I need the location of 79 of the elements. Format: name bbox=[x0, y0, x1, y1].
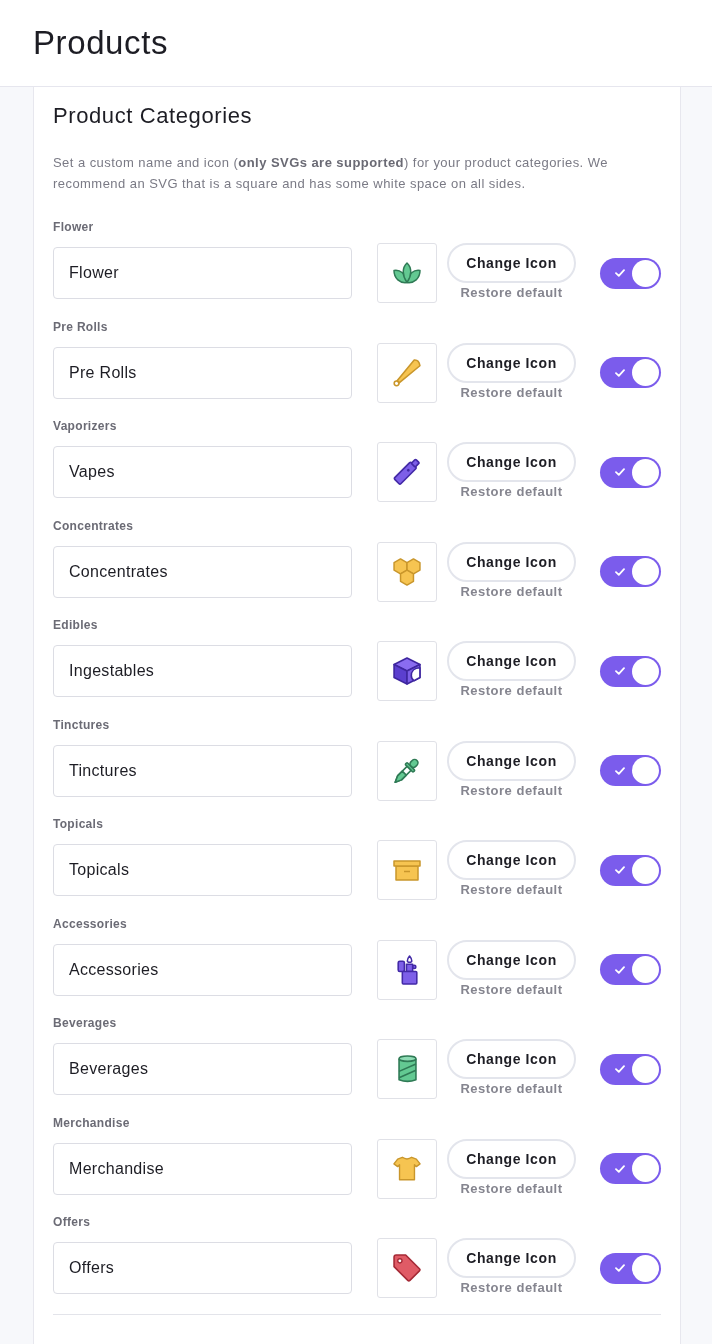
category-name-input[interactable]: Tinctures bbox=[53, 744, 352, 797]
category-label: Beverages bbox=[53, 1015, 117, 1031]
category-name-input[interactable]: Offers bbox=[53, 1242, 352, 1294]
category-label: Accessories bbox=[53, 915, 128, 932]
change-icon-button[interactable]: Change Icon bbox=[447, 541, 576, 582]
can-icon bbox=[397, 1055, 417, 1083]
category-label: Merchandise bbox=[53, 1114, 130, 1131]
restore-default-link[interactable]: Restore default bbox=[460, 1179, 563, 1197]
restore-default-link[interactable]: Restore default bbox=[460, 682, 563, 699]
change-icon-button[interactable]: Change Icon bbox=[447, 1039, 576, 1079]
check-icon bbox=[615, 766, 625, 775]
change-icon-button[interactable]: Change Icon bbox=[447, 243, 576, 283]
change-icon-button[interactable]: Change Icon bbox=[447, 1238, 576, 1278]
category-name-input[interactable]: Vapes bbox=[53, 446, 352, 498]
category-name-input[interactable]: Flower bbox=[53, 247, 352, 299]
toggle-switch[interactable] bbox=[600, 357, 661, 388]
toggle-switch[interactable] bbox=[600, 954, 661, 985]
change-icon-button[interactable]: Change Icon bbox=[447, 939, 576, 980]
check-icon bbox=[615, 1065, 625, 1073]
category-label: Offers bbox=[53, 1214, 91, 1230]
section-description: Set a custom name and icon (only SVGs are supported) for your product categories. We recommend an SVG that is a square and has some white space on all sides. bbox=[53, 154, 609, 193]
toggle-switch[interactable] bbox=[600, 257, 661, 289]
check-icon bbox=[615, 1164, 625, 1173]
category-name-input[interactable]: Pre Rolls bbox=[53, 346, 352, 399]
toggle-switch[interactable] bbox=[600, 655, 661, 687]
check-icon bbox=[615, 368, 625, 377]
change-icon-button[interactable]: Change Icon bbox=[447, 442, 576, 482]
category-name-input[interactable]: Topicals bbox=[53, 844, 352, 896]
dropper-icon bbox=[393, 756, 421, 785]
category-name-input[interactable]: Accessories bbox=[53, 943, 352, 996]
restore-default-link[interactable]: Restore default bbox=[460, 383, 563, 401]
check-icon bbox=[615, 866, 625, 874]
rolled-cone-icon bbox=[393, 358, 421, 387]
category-label: Tinctures bbox=[53, 716, 110, 733]
category-label: Vaporizers bbox=[53, 418, 117, 434]
section-title: Product Categories bbox=[53, 102, 253, 130]
change-icon-button[interactable]: Change Icon bbox=[447, 641, 576, 681]
category-label: Edibles bbox=[53, 617, 98, 633]
bitten-cube-icon bbox=[393, 657, 421, 685]
check-icon bbox=[615, 1264, 625, 1272]
check-icon bbox=[615, 269, 625, 277]
t-shirt-icon bbox=[393, 1156, 421, 1181]
toggle-switch[interactable] bbox=[600, 1053, 661, 1085]
restore-default-link[interactable]: Restore default bbox=[460, 1279, 563, 1296]
toggle-switch[interactable] bbox=[600, 1252, 661, 1284]
box-icon bbox=[393, 859, 421, 881]
category-name-input[interactable]: Beverages bbox=[53, 1043, 352, 1095]
check-icon bbox=[615, 567, 625, 576]
restore-default-link[interactable]: Restore default bbox=[460, 582, 563, 600]
toggle-switch[interactable] bbox=[600, 556, 661, 587]
category-label: Topicals bbox=[53, 816, 104, 832]
check-icon bbox=[615, 667, 625, 675]
restore-default-link[interactable]: Restore default bbox=[460, 881, 563, 898]
honeycomb-icon bbox=[393, 557, 421, 586]
check-icon bbox=[615, 468, 625, 476]
change-icon-button[interactable]: Change Icon bbox=[447, 840, 576, 880]
toggle-switch[interactable] bbox=[600, 755, 661, 786]
restore-default-link[interactable]: Restore default bbox=[460, 980, 563, 998]
restore-default-link[interactable]: Restore default bbox=[460, 781, 563, 799]
toggle-switch[interactable] bbox=[600, 854, 661, 886]
category-name-input[interactable]: Ingestables bbox=[53, 645, 352, 697]
category-label: Flower bbox=[53, 219, 94, 235]
restore-default-link[interactable]: Restore default bbox=[460, 483, 563, 500]
change-icon-button[interactable]: Change Icon bbox=[447, 342, 576, 383]
restore-default-link[interactable]: Restore default bbox=[460, 284, 563, 301]
leaf-icon bbox=[393, 262, 421, 284]
category-label: Pre Rolls bbox=[53, 318, 108, 335]
toggle-switch[interactable] bbox=[600, 1153, 661, 1184]
page-title: Products bbox=[33, 23, 169, 63]
restore-default-link[interactable]: Restore default bbox=[460, 1080, 563, 1097]
category-name-input[interactable]: Merchandise bbox=[53, 1142, 352, 1195]
check-icon bbox=[615, 965, 625, 974]
tag-icon bbox=[393, 1254, 421, 1282]
change-icon-button[interactable]: Change Icon bbox=[447, 740, 576, 781]
change-icon-button[interactable]: Change Icon bbox=[447, 1138, 576, 1179]
lighter-icon bbox=[396, 954, 418, 985]
category-label: Concentrates bbox=[53, 517, 134, 534]
toggle-switch[interactable] bbox=[600, 456, 661, 488]
category-name-input[interactable]: Concentrates bbox=[53, 545, 352, 598]
